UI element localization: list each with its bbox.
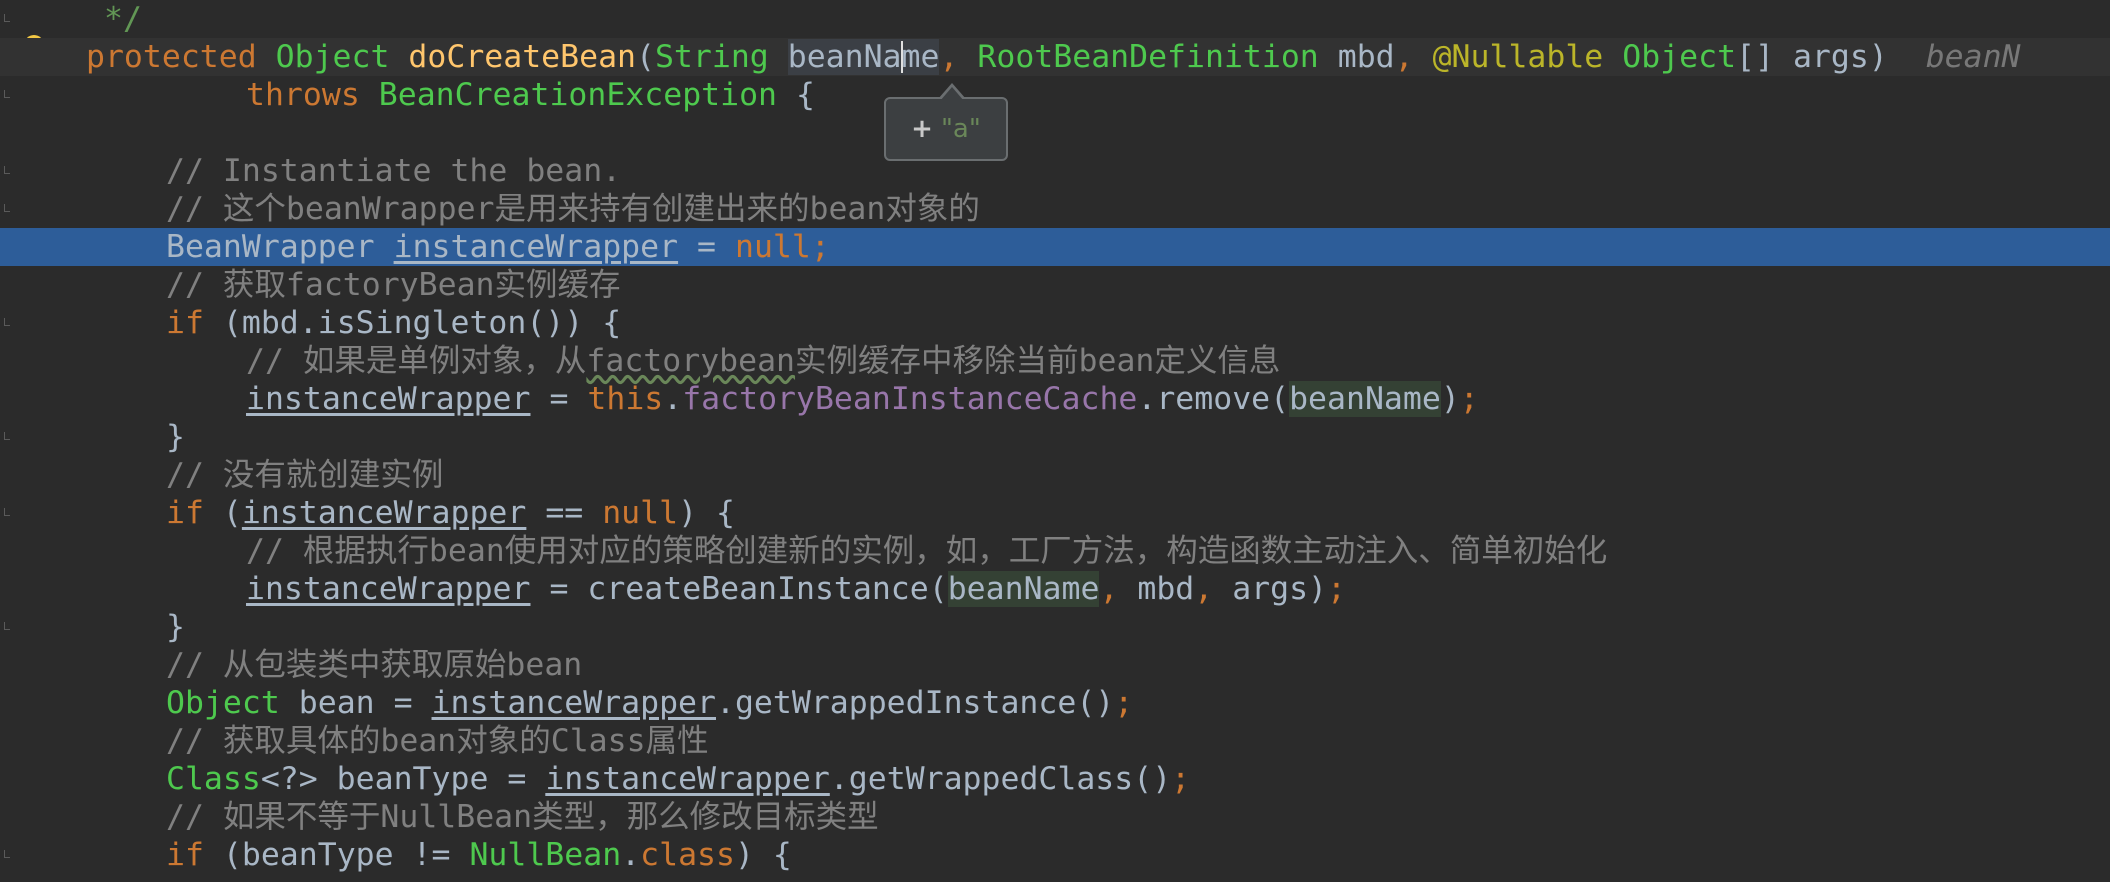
- code-line-selected[interactable]: BeanWrapper instanceWrapper = null;: [0, 228, 2110, 266]
- keyword: if: [166, 305, 204, 341]
- comma: ,: [1099, 571, 1119, 607]
- semicolon: ;: [1114, 685, 1134, 721]
- code-line[interactable]: // 获取具体的bean对象的Class属性: [0, 722, 2110, 760]
- param-beanname: beanName: [787, 39, 940, 75]
- inline-value-hint: beanN: [1925, 39, 2021, 75]
- type-name: NullBean: [469, 837, 622, 873]
- comment: // 根据执行bean使用对应的策略创建新的实例，如，工厂方法，构造函数主动注入…: [246, 533, 1608, 569]
- type-name: Class: [166, 761, 261, 797]
- code-line[interactable]: // 没有就创建实例: [0, 456, 2110, 494]
- param-usage: beanName: [947, 571, 1100, 607]
- type-name: String: [654, 39, 769, 75]
- comma: ,: [1394, 39, 1414, 75]
- comment: // 获取factoryBean实例缓存: [166, 267, 621, 303]
- type-name: Object: [275, 39, 390, 75]
- code-line[interactable]: // 如果是单例对象，从factorybean实例缓存中移除当前bean定义信息: [0, 342, 2110, 380]
- method-name: doCreateBean: [408, 39, 636, 75]
- variable: instanceWrapper: [545, 761, 830, 797]
- brace: }: [166, 609, 185, 645]
- code-line[interactable]: instanceWrapper = createBeanInstance(bea…: [0, 570, 2110, 608]
- paren: (: [636, 39, 655, 75]
- comma: ,: [1194, 571, 1214, 607]
- code-line[interactable]: if (mbd.isSingleton()) {: [0, 304, 2110, 342]
- code-line[interactable]: // 如果不等于NullBean类型，那么修改目标类型: [0, 798, 2110, 836]
- field: factoryBeanInstanceCache: [682, 381, 1138, 417]
- comment: // 没有就创建实例: [166, 457, 444, 493]
- comment: // 如果不等于NullBean类型，那么修改目标类型: [166, 799, 879, 835]
- keyword: this: [587, 381, 664, 417]
- code-line-current[interactable]: protected Object doCreateBean(String bea…: [0, 38, 2110, 76]
- code-line[interactable]: throws BeanCreationException {: [0, 76, 2110, 114]
- code-line[interactable]: // 根据执行bean使用对应的策略创建新的实例，如，工厂方法，构造函数主动注入…: [0, 532, 2110, 570]
- semicolon: ;: [1459, 381, 1479, 417]
- keyword: null: [602, 495, 679, 531]
- type-name: Object: [166, 685, 280, 721]
- param-args: [] args): [1736, 39, 1888, 75]
- keyword: protected: [86, 39, 257, 75]
- param-usage: beanName: [1289, 381, 1441, 417]
- variable: instanceWrapper: [241, 495, 527, 531]
- doc-comment-end: */: [104, 1, 142, 37]
- keyword: if: [166, 837, 204, 873]
- annotation: @Nullable: [1432, 39, 1604, 75]
- code-line[interactable]: Class<?> beanType = instanceWrapper.getW…: [0, 760, 2110, 798]
- code-line[interactable]: Object bean = instanceWrapper.getWrapped…: [0, 684, 2110, 722]
- code-editor[interactable]: */ protected Object doCreateBean(String …: [0, 0, 2110, 882]
- semicolon: ;: [1327, 571, 1346, 607]
- comment-typo: factorybean: [586, 343, 796, 379]
- code-line[interactable]: // Instantiate the bean.: [0, 152, 2110, 190]
- code-line[interactable]: // 获取factoryBean实例缓存: [0, 266, 2110, 304]
- type-name: RootBeanDefinition: [977, 39, 1319, 75]
- variable: instanceWrapper: [431, 685, 716, 721]
- type-name: BeanWrapper: [166, 229, 375, 265]
- comment: // 如果是单例对象，从: [246, 343, 587, 379]
- comma: ,: [939, 39, 959, 75]
- semicolon: ;: [1171, 761, 1191, 797]
- keyword: if: [166, 495, 204, 531]
- variable: instanceWrapper: [393, 229, 679, 265]
- variable: instanceWrapper: [246, 381, 531, 417]
- code-line[interactable]: */: [0, 0, 2110, 38]
- variable: instanceWrapper: [246, 571, 531, 607]
- code-line[interactable]: instanceWrapper = this.factoryBeanInstan…: [0, 380, 2110, 418]
- keyword: class: [640, 837, 735, 873]
- comment: // 从包装类中获取原始bean: [166, 647, 583, 683]
- code-line[interactable]: // 从包装类中获取原始bean: [0, 646, 2110, 684]
- code-line[interactable]: }: [0, 608, 2110, 646]
- inline-debug-value-popup[interactable]: + "a": [884, 83, 1008, 161]
- code-line[interactable]: if (beanType != NullBean.class) {: [0, 836, 2110, 874]
- brace: }: [166, 419, 185, 455]
- code-line[interactable]: }: [0, 418, 2110, 456]
- expand-plus-icon[interactable]: +: [911, 114, 933, 144]
- comment: // 获取具体的bean对象的Class属性: [166, 723, 709, 759]
- keyword: null: [734, 229, 811, 265]
- code-line[interactable]: if (instanceWrapper == null) {: [0, 494, 2110, 532]
- type-name: Object: [1622, 39, 1737, 75]
- keyword: throws: [246, 77, 360, 113]
- debug-value: "a": [940, 114, 981, 144]
- comment: 实例缓存中移除当前bean定义信息: [795, 343, 1281, 379]
- brace: {: [777, 77, 815, 113]
- comment: // 这个beanWrapper是用来持有创建出来的bean对象的: [166, 191, 980, 227]
- type-name: BeanCreationException: [378, 77, 778, 113]
- comment: // Instantiate the bean.: [166, 153, 622, 189]
- param-mbd: mbd: [1337, 39, 1395, 75]
- semicolon: ;: [810, 229, 830, 265]
- code-line[interactable]: // 这个beanWrapper是用来持有创建出来的bean对象的: [0, 190, 2110, 228]
